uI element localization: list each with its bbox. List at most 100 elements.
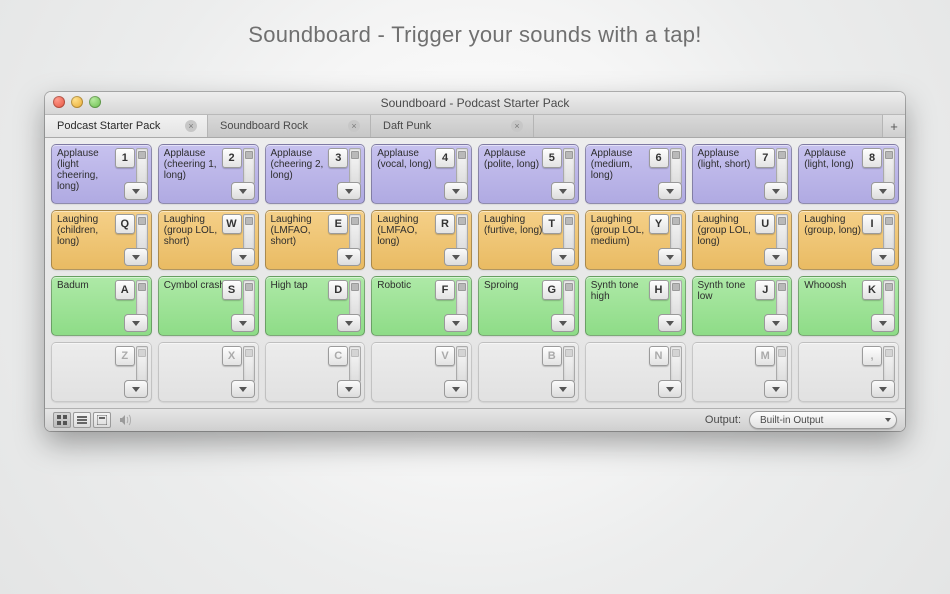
pad-menu-button[interactable] [871, 380, 895, 398]
volume-slider[interactable] [670, 214, 682, 250]
sound-pad[interactable]: Applause (light, short)7 [692, 144, 793, 204]
pad-menu-button[interactable] [124, 182, 148, 200]
sound-pad[interactable]: Applause (vocal, long)4 [371, 144, 472, 204]
pad-menu-button[interactable] [871, 314, 895, 332]
sound-pad[interactable]: Laughing (group LOL, long)U [692, 210, 793, 270]
pad-menu-button[interactable] [444, 380, 468, 398]
sound-pad[interactable]: RoboticF [371, 276, 472, 336]
pad-menu-button[interactable] [551, 380, 575, 398]
close-window-button[interactable] [53, 96, 65, 108]
tab-soundboard-rock[interactable]: Soundboard Rock × [208, 115, 371, 137]
sound-pad[interactable]: Applause (polite, long)5 [478, 144, 579, 204]
volume-slider[interactable] [456, 280, 468, 316]
pad-menu-button[interactable] [231, 314, 255, 332]
sound-pad-empty[interactable]: V [371, 342, 472, 402]
sound-pad[interactable]: WhoooshK [798, 276, 899, 336]
sound-pad[interactable]: Applause (medium, long)6 [585, 144, 686, 204]
view-list-button[interactable] [73, 412, 91, 428]
volume-slider[interactable] [456, 214, 468, 250]
sound-pad-empty[interactable]: N [585, 342, 686, 402]
volume-slider[interactable] [883, 214, 895, 250]
sound-pad-empty[interactable]: M [692, 342, 793, 402]
volume-slider[interactable] [670, 346, 682, 382]
pad-menu-button[interactable] [124, 314, 148, 332]
sound-pad[interactable]: Laughing (group LOL, short)W [158, 210, 259, 270]
pad-menu-button[interactable] [871, 248, 895, 266]
sound-pad-empty[interactable]: X [158, 342, 259, 402]
volume-slider[interactable] [349, 280, 361, 316]
sound-pad[interactable]: Laughing (children, long)Q [51, 210, 152, 270]
volume-slider[interactable] [670, 280, 682, 316]
volume-slider[interactable] [243, 214, 255, 250]
pad-menu-button[interactable] [658, 182, 682, 200]
volume-slider[interactable] [776, 346, 788, 382]
volume-slider[interactable] [349, 214, 361, 250]
sound-pad[interactable]: Laughing (LMFAO, long)R [371, 210, 472, 270]
volume-slider[interactable] [883, 346, 895, 382]
volume-slider[interactable] [136, 214, 148, 250]
pad-menu-button[interactable] [551, 314, 575, 332]
volume-slider[interactable] [776, 280, 788, 316]
add-tab-button[interactable]: + [882, 115, 905, 137]
volume-slider[interactable] [136, 280, 148, 316]
volume-slider[interactable] [243, 148, 255, 184]
close-tab-icon[interactable]: × [511, 120, 523, 132]
sound-pad[interactable]: Applause (light cheering, long)1 [51, 144, 152, 204]
pad-menu-button[interactable] [337, 314, 361, 332]
pad-menu-button[interactable] [337, 182, 361, 200]
close-tab-icon[interactable]: × [185, 120, 197, 132]
sound-pad[interactable]: Synth tone highH [585, 276, 686, 336]
pad-menu-button[interactable] [337, 380, 361, 398]
pad-menu-button[interactable] [444, 182, 468, 200]
pad-menu-button[interactable] [764, 380, 788, 398]
sound-pad[interactable]: Laughing (furtive, long)T [478, 210, 579, 270]
tab-daft-punk[interactable]: Daft Punk × [371, 115, 534, 137]
sound-pad-empty[interactable]: C [265, 342, 366, 402]
pad-menu-button[interactable] [551, 182, 575, 200]
pad-menu-button[interactable] [871, 182, 895, 200]
volume-slider[interactable] [243, 346, 255, 382]
sound-pad[interactable]: Synth tone lowJ [692, 276, 793, 336]
volume-slider[interactable] [563, 148, 575, 184]
pad-menu-button[interactable] [444, 314, 468, 332]
volume-slider[interactable] [670, 148, 682, 184]
sound-pad[interactable]: SproingG [478, 276, 579, 336]
sound-pad[interactable]: Applause (cheering 2, long)3 [265, 144, 366, 204]
sound-pad[interactable]: Applause (cheering 1, long)2 [158, 144, 259, 204]
sound-pad-empty[interactable]: , [798, 342, 899, 402]
sound-pad[interactable]: Cymbol crashS [158, 276, 259, 336]
volume-slider[interactable] [776, 148, 788, 184]
volume-slider[interactable] [136, 148, 148, 184]
volume-slider[interactable] [563, 280, 575, 316]
volume-slider[interactable] [883, 280, 895, 316]
sound-pad-empty[interactable]: B [478, 342, 579, 402]
pad-menu-button[interactable] [337, 248, 361, 266]
volume-slider[interactable] [776, 214, 788, 250]
volume-slider[interactable] [563, 214, 575, 250]
sound-pad[interactable]: Laughing (group, long)I [798, 210, 899, 270]
sound-pad[interactable]: Laughing (LMFAO, short)E [265, 210, 366, 270]
sound-pad[interactable]: Laughing (group LOL, medium)Y [585, 210, 686, 270]
pad-menu-button[interactable] [551, 248, 575, 266]
pad-menu-button[interactable] [231, 380, 255, 398]
pad-menu-button[interactable] [764, 314, 788, 332]
output-select[interactable]: Built-in Output [749, 411, 897, 429]
volume-slider[interactable] [243, 280, 255, 316]
volume-slider[interactable] [136, 346, 148, 382]
view-grid-button[interactable] [53, 412, 71, 428]
volume-slider[interactable] [349, 346, 361, 382]
pad-menu-button[interactable] [231, 248, 255, 266]
sound-pad-empty[interactable]: Z [51, 342, 152, 402]
sound-pad[interactable]: High tapD [265, 276, 366, 336]
pad-menu-button[interactable] [658, 248, 682, 266]
pad-menu-button[interactable] [124, 380, 148, 398]
pad-menu-button[interactable] [444, 248, 468, 266]
volume-slider[interactable] [349, 148, 361, 184]
pad-menu-button[interactable] [658, 380, 682, 398]
pad-menu-button[interactable] [658, 314, 682, 332]
view-compact-button[interactable] [93, 412, 111, 428]
tab-podcast-starter-pack[interactable]: Podcast Starter Pack × [45, 115, 208, 137]
pad-menu-button[interactable] [231, 182, 255, 200]
sound-pad[interactable]: BadumA [51, 276, 152, 336]
pad-menu-button[interactable] [764, 182, 788, 200]
